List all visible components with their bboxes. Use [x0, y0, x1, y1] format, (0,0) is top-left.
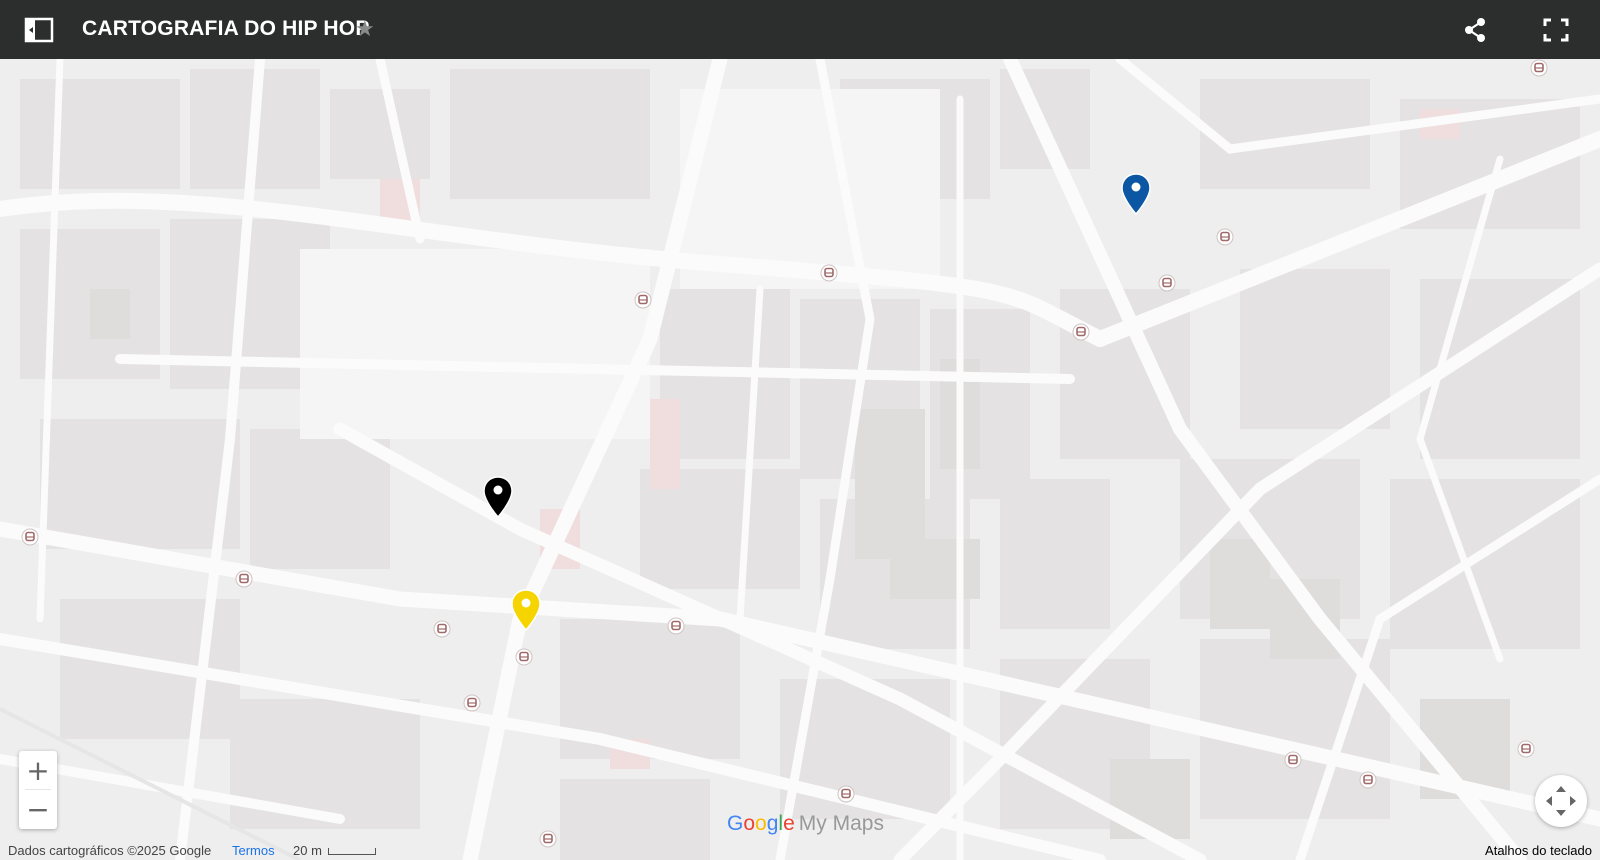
- bus-stop-icon[interactable]: [1284, 751, 1302, 769]
- map-title: CARTOGRAFIA DO HIP HOP: [82, 17, 370, 40]
- bus-stop-icon[interactable]: [1359, 771, 1377, 789]
- bus-stop-icon[interactable]: [21, 528, 39, 546]
- bus-stop-icon[interactable]: [634, 291, 652, 309]
- bus-stop-icon[interactable]: [1517, 740, 1535, 758]
- recenter-icon[interactable]: [1535, 775, 1587, 827]
- bus-stop-icon[interactable]: [667, 617, 685, 635]
- bus-stop-icon[interactable]: [433, 620, 451, 638]
- bus-stop-icon[interactable]: [1072, 323, 1090, 341]
- bus-stop-icon[interactable]: [1216, 228, 1234, 246]
- fullscreen-icon[interactable]: [1542, 17, 1570, 43]
- logo-product-name: My Maps: [798, 812, 884, 835]
- bus-stop-icon[interactable]: [235, 570, 253, 588]
- map-marker-black[interactable]: [483, 476, 513, 518]
- logo-letter: o: [755, 812, 767, 835]
- bus-stop-icon[interactable]: [1530, 59, 1548, 77]
- street-map: [0, 59, 1600, 860]
- bus-stop-icon[interactable]: [1158, 274, 1176, 292]
- share-icon[interactable]: [1462, 16, 1488, 44]
- side-panel-icon[interactable]: [22, 14, 56, 46]
- zoom-out-button[interactable]: −: [19, 790, 57, 828]
- zoom-in-button[interactable]: +: [19, 751, 57, 789]
- scale-label: 20 m: [293, 843, 322, 858]
- logo-letter: o: [743, 812, 756, 835]
- map-canvas[interactable]: [0, 59, 1600, 860]
- map-data-copyright: Dados cartográficos ©2025 Google: [8, 843, 212, 858]
- logo-letter: G: [727, 812, 744, 835]
- bus-stop-icon[interactable]: [463, 694, 481, 712]
- scale-bar: [328, 848, 376, 855]
- bus-stop-icon[interactable]: [820, 264, 838, 282]
- logo-letter: g: [766, 812, 779, 835]
- bus-stop-icon[interactable]: [515, 648, 533, 666]
- google-my-maps-logo: Google My Maps: [727, 812, 884, 836]
- top-bar: CARTOGRAFIA DO HIP HOP ★: [0, 0, 1600, 59]
- zoom-control: + −: [19, 751, 57, 829]
- star-icon[interactable]: ★: [355, 16, 375, 42]
- map-marker-yellow[interactable]: [511, 589, 541, 631]
- logo-letter: e: [783, 812, 795, 835]
- map-marker-blue[interactable]: [1121, 173, 1151, 215]
- keyboard-shortcuts-link[interactable]: Atalhos do teclado: [1485, 843, 1592, 858]
- bus-stop-icon[interactable]: [837, 785, 855, 803]
- terms-link[interactable]: Termos: [232, 843, 275, 858]
- map-footer: Dados cartográficos ©2025 Google Termos …: [0, 842, 1600, 860]
